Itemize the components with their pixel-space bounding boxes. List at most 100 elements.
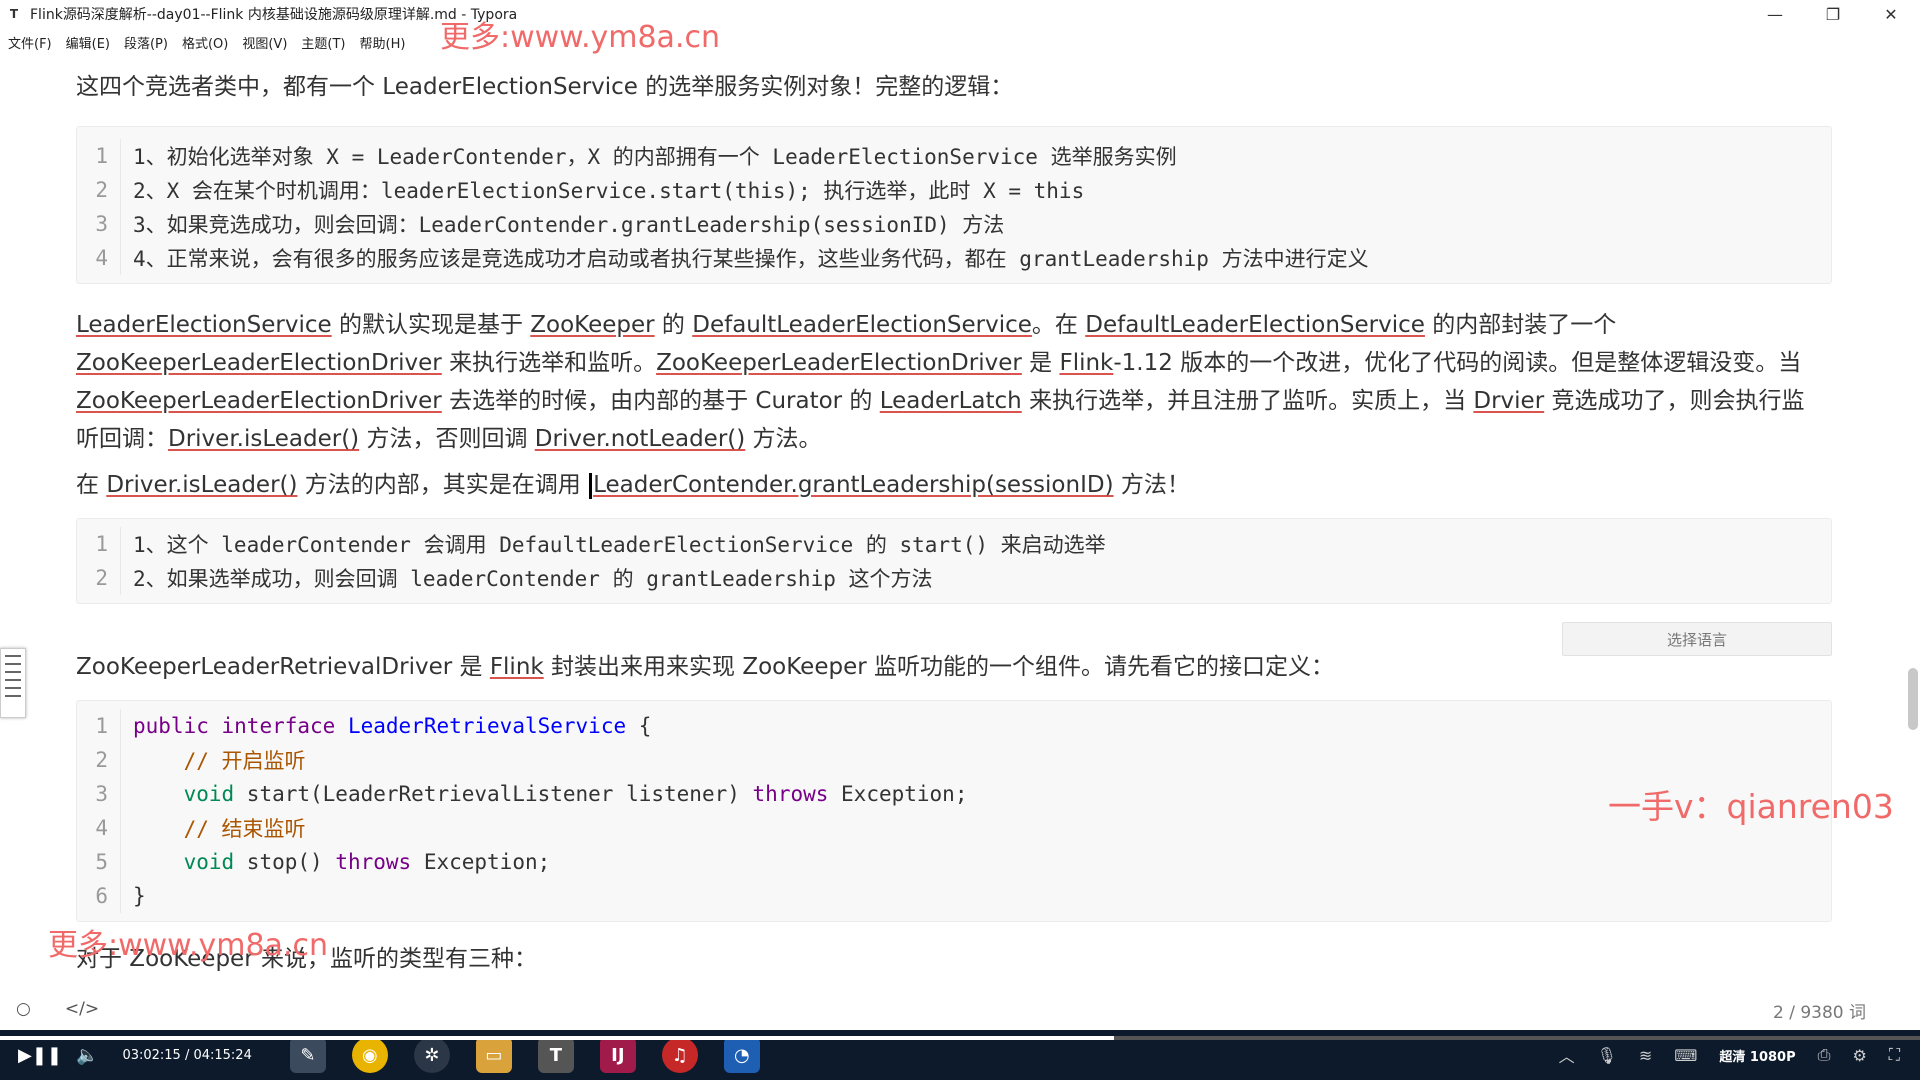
code-punct: { [626, 714, 652, 738]
menu-help[interactable]: 帮助(H) [360, 33, 406, 52]
code-block-interface[interactable]: 1 public interface LeaderRetrievalService… [76, 700, 1832, 922]
text-run: 来执行选举和监听。 [441, 350, 657, 376]
watermark-right: 一手v：qianren03 [1608, 787, 1894, 826]
code-line: 5 void stop() throws Exception; [77, 845, 1831, 879]
code-text: 1、这个 leaderContender 会调用 DefaultLeaderEl… [133, 533, 1106, 557]
line-number: 4 [77, 241, 121, 275]
spell-link: ZooKeeper [530, 312, 655, 338]
code-block-contender[interactable]: 1 1、这个 leaderContender 会调用 DefaultLeaderE… [76, 518, 1832, 604]
source-mode-icon[interactable]: </> [65, 999, 99, 1019]
code-line: 2 2、如果选举成功，则会回调 leaderContender 的 grantLe… [77, 561, 1831, 595]
outline-toggle-icon[interactable]: ○ [16, 999, 31, 1019]
text-run: -1.12 版本的一个改进，优化了代码的阅读。但是整体逻辑没变。当 [1113, 350, 1802, 376]
app-icon-aperture[interactable]: ✲ [413, 1037, 450, 1073]
typora-taskbar-icon[interactable]: T [537, 1037, 574, 1073]
text-run: ZooKeeperLeaderRetrievalDriver 是 [76, 654, 490, 680]
menu-view[interactable]: 视图(V) [242, 33, 287, 52]
menu-paragraph[interactable]: 段落(P) [124, 33, 168, 52]
spell-link: Drvier [1473, 388, 1545, 414]
line-number: 1 [77, 527, 121, 561]
code-text: void start(LeaderRetrievalListener liste… [121, 782, 968, 806]
code-line: 1 1、这个 leaderContender 会调用 DefaultLeaderE… [77, 527, 1831, 561]
screenshot-icon[interactable]: ⎙ [1818, 1045, 1831, 1065]
video-progress-bar[interactable] [0, 1036, 1920, 1040]
playback-time: 03:02:15 / 04:15:24 [122, 1047, 252, 1063]
code-text: 1、初始化选举对象 X = LeaderContender，X 的内部拥有一个 … [133, 145, 1177, 169]
code-comment: // 开启监听 [133, 749, 306, 773]
text-run: 方法，否则回调 [359, 426, 535, 452]
fullscreen-icon[interactable]: ⛶ [1889, 1045, 1900, 1065]
keyword: public [133, 714, 209, 738]
text-cursor-icon [589, 472, 593, 499]
line-number: 1 [77, 139, 121, 173]
code-line: 3 void start(LeaderRetrievalListener lis… [77, 777, 1831, 811]
close-button[interactable]: ✕ [1862, 0, 1920, 28]
code-text: void stop() throws Exception; [121, 850, 551, 874]
code-comment: // 结束监听 [133, 817, 306, 841]
chevron-up-icon[interactable]: ︿ [1559, 1043, 1575, 1067]
title-bar: T Flink源码深度解析--day01--Flink 内核基础设施源码级原理详… [0, 0, 1920, 28]
app-icon-blue[interactable]: ◔ [723, 1037, 760, 1073]
outline-thumbnail[interactable] [0, 648, 26, 718]
text-run: 的内部封装了一个 [1424, 312, 1617, 338]
menu-theme[interactable]: 主题(T) [301, 33, 345, 52]
code-text: 3、如果竞选成功，则会回调：LeaderContender.grantLeade… [133, 213, 1005, 237]
window-controls: — ❐ ✕ [1746, 0, 1920, 28]
spell-link: ZooKeeperLeaderElectionDriver [76, 350, 442, 376]
spell-link: LeaderLatch [879, 388, 1022, 414]
intellij-icon[interactable]: IJ [599, 1037, 636, 1073]
code-text: 2、X 会在某个时机调用：leaderElectionService.start… [133, 179, 1085, 203]
word-count[interactable]: 2 / 9380 词 [1773, 998, 1866, 1023]
spell-link: ZooKeeperLeaderElectionDriver [76, 388, 442, 414]
interface-name: LeaderRetrievalService [347, 714, 627, 738]
text-run: 是 [1021, 350, 1060, 376]
text-run: 的 [654, 312, 693, 338]
app-icon-feather[interactable]: ✎ [289, 1037, 326, 1073]
code-signature: start(LeaderRetrievalListener listener) [234, 782, 753, 806]
spell-link: Driver.isLeader() [106, 472, 298, 498]
code-text: 4、正常来说，会有很多的服务应该是竞选成功才启动或者执行某些操作，这些业务代码，… [133, 247, 1369, 271]
menu-format[interactable]: 格式(O) [182, 33, 228, 52]
line-number: 2 [77, 173, 121, 207]
retrieval-section: 选择语言 ZooKeeperLeaderRetrievalDriver 是 Fl… [76, 622, 1832, 686]
network-icon[interactable]: ≋ [1639, 1046, 1652, 1065]
code-line: 6} [77, 879, 1831, 913]
line-number: 2 [77, 561, 121, 595]
settings-gear-icon[interactable]: ⚙ [1852, 1046, 1866, 1065]
taskbar-apps: ✎ ◉ ✲ ▭ T IJ ♫ ◔ [289, 1037, 760, 1073]
text-run: 方法！ [1113, 472, 1190, 498]
code-line: 4 4、正常来说，会有很多的服务应该是竞选成功才启动或者执行某些操作，这些业务代码… [77, 241, 1831, 275]
listen-types-paragraph: 对于 ZooKeeper 来说，监听的类型有三种： [76, 946, 537, 972]
file-explorer-icon[interactable]: ▭ [475, 1037, 512, 1073]
type-keyword: void [183, 782, 235, 806]
line-number: 1 [77, 709, 121, 743]
menu-file[interactable]: 文件(F) [8, 33, 52, 52]
spell-link: Driver.notLeader() [534, 426, 746, 452]
menu-bar: 文件(F) 编辑(E) 段落(P) 格式(O) 视图(V) 主题(T) 帮助(H… [0, 30, 419, 54]
chrome-icon[interactable]: ◉ [351, 1037, 388, 1073]
code-line: 3 3、如果竞选成功，则会回调：LeaderContender.grantLead… [77, 207, 1831, 241]
document-body[interactable]: 这四个竞选者类中，都有一个 LeaderElectionService 的选举服… [76, 64, 1832, 978]
spell-link: Flink [489, 654, 544, 680]
intro-paragraph: 这四个竞选者类中，都有一个 LeaderElectionService 的选举服… [76, 74, 1014, 100]
code-line: 4 // 结束监听 [77, 811, 1831, 845]
spell-link: LeaderContender.grantLeadership(sessionI… [593, 472, 1114, 498]
line-number: 2 [77, 743, 121, 777]
language-select[interactable]: 选择语言 [1562, 622, 1832, 656]
player-controls: ▶❚❚ 🔈 03:02:15 / 04:15:24 [18, 1045, 252, 1066]
play-pause-icon[interactable]: ▶❚❚ [18, 1045, 62, 1066]
vertical-scrollbar[interactable] [1908, 668, 1918, 730]
quality-label[interactable]: 超清 1080P [1719, 1046, 1795, 1065]
watermark-top: 更多:www.ym8a.cn [440, 20, 720, 55]
code-block-logic[interactable]: 1 1、初始化选举对象 X = LeaderContender，X 的内部拥有一个… [76, 126, 1832, 284]
netease-music-icon[interactable]: ♫ [661, 1037, 698, 1073]
code-exception: Exception; [411, 850, 551, 874]
keyword: throws [335, 850, 412, 874]
minimize-button[interactable]: — [1746, 0, 1804, 28]
menu-edit[interactable]: 编辑(E) [66, 33, 110, 52]
maximize-button[interactable]: ❐ [1804, 0, 1862, 28]
volume-icon[interactable]: 🔈 [76, 1045, 98, 1066]
microphone-icon[interactable]: 🎙 [1597, 1046, 1617, 1065]
keyboard-icon[interactable]: ⌨ [1674, 1046, 1697, 1065]
text-run: 。在 [1031, 312, 1086, 338]
